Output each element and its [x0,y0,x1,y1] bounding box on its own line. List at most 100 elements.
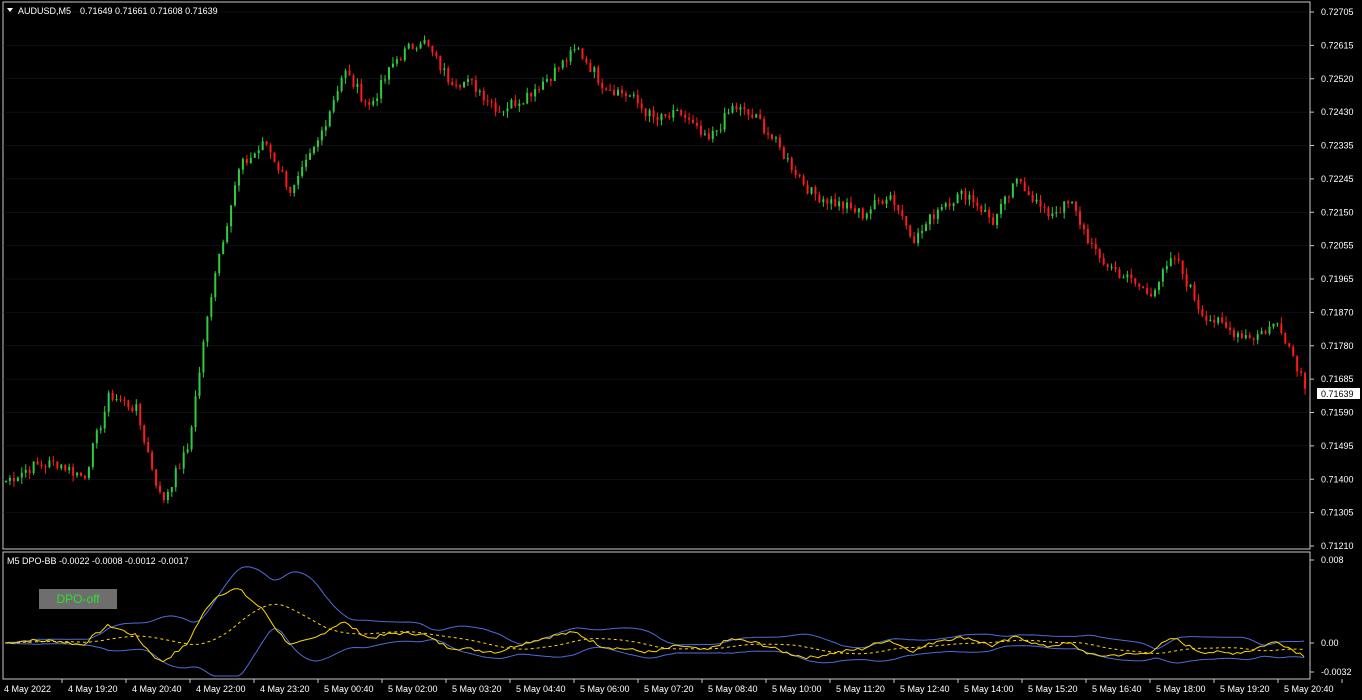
candle-body[interactable] [569,50,572,62]
candle-body[interactable] [936,209,939,219]
candle-body[interactable] [103,411,106,429]
chart-menu-triangle-icon[interactable] [7,8,13,12]
candle-body[interactable] [1071,201,1074,204]
candle-body[interactable] [640,103,643,109]
candle-body[interactable] [545,79,548,82]
candle-body[interactable] [36,461,39,465]
dpo-off-button[interactable]: DPO-off [39,589,117,609]
candle-body[interactable] [822,199,825,203]
candle-body[interactable] [435,52,438,56]
candle-body[interactable] [893,195,896,206]
candle-body[interactable] [759,114,762,120]
candle-body[interactable] [1248,335,1251,339]
candle-body[interactable] [1280,323,1283,333]
candle-body[interactable] [1023,181,1026,192]
candle-body[interactable] [1051,213,1054,217]
candle-body[interactable] [849,202,852,209]
candle-body[interactable] [660,114,663,121]
candle-body[interactable] [182,452,185,469]
candle-body[interactable] [1189,284,1192,287]
candle-body[interactable] [1102,258,1105,265]
candle-body[interactable] [1264,331,1267,334]
candle-body[interactable] [873,200,876,210]
candle-body[interactable] [403,48,406,61]
candle-body[interactable] [723,112,726,130]
candle-body[interactable] [388,67,391,80]
candle-body[interactable] [869,209,872,214]
candle-body[interactable] [443,68,446,70]
candle-body[interactable] [423,39,426,44]
candle-body[interactable] [1110,266,1113,268]
candle-body[interactable] [52,460,55,462]
candle-body[interactable] [174,468,177,488]
candle-body[interactable] [1039,199,1042,207]
candle-body[interactable] [32,461,35,474]
candle-body[interactable] [1146,288,1149,294]
candle-body[interactable] [1225,322,1228,328]
candle-body[interactable] [932,214,935,219]
candle-body[interactable] [605,88,608,91]
candle-body[interactable] [336,91,339,101]
candle-body[interactable] [1304,372,1307,389]
candle-body[interactable] [293,184,296,193]
candle-body[interactable] [1284,332,1287,344]
candle-body[interactable] [928,214,931,225]
candle-body[interactable] [814,187,817,195]
candle-body[interactable] [830,199,833,204]
candle-body[interactable] [391,63,394,68]
candle-body[interactable] [731,105,734,113]
candle-body[interactable] [87,467,90,479]
candle-body[interactable] [526,92,529,104]
candle-body[interactable] [727,112,730,114]
candle-body[interactable] [826,199,829,204]
candle-body[interactable] [470,79,473,81]
candle-body[interactable] [514,99,517,107]
candle-body[interactable] [190,427,193,450]
candle-body[interactable] [344,70,347,78]
candle-body[interactable] [924,224,927,231]
candle-body[interactable] [743,107,746,110]
candle-body[interactable] [818,194,821,203]
candle-body[interactable] [672,110,675,118]
candle-body[interactable] [68,466,71,471]
candle-body[interactable] [905,216,908,226]
candle-body[interactable] [218,254,221,274]
candle-body[interactable] [842,201,845,209]
candle-body[interactable] [16,477,19,482]
candle-body[interactable] [1185,274,1188,287]
candle-body[interactable] [1276,323,1279,325]
candle-body[interactable] [530,92,533,97]
candle-body[interactable] [1236,333,1239,338]
candle-body[interactable] [692,119,695,123]
candle-body[interactable] [976,202,979,206]
candle-body[interactable] [881,200,884,204]
candle-body[interactable] [253,153,256,158]
candle-body[interactable] [60,464,63,469]
candle-body[interactable] [285,171,288,188]
candle-body[interactable] [234,185,237,206]
candle-body[interactable] [1067,201,1070,204]
candle-body[interactable] [1157,281,1160,291]
candle-body[interactable] [680,110,683,115]
candle-body[interactable] [1193,284,1196,300]
candle-body[interactable] [1126,274,1129,278]
candle-body[interactable] [64,464,67,471]
candle-body[interactable] [297,176,300,185]
candle-body[interactable] [1000,203,1003,214]
candle-body[interactable] [230,205,233,227]
candle-body[interactable] [553,67,556,81]
candle-body[interactable] [486,100,489,102]
candle-body[interactable] [1209,319,1212,321]
candle-body[interactable] [151,452,154,470]
candle-body[interactable] [861,208,864,219]
candle-body[interactable] [348,70,351,76]
candle-body[interactable] [210,297,213,317]
candle-body[interactable] [1213,319,1216,323]
candle-body[interactable] [1142,286,1145,289]
candle-body[interactable] [522,103,525,105]
candle-body[interactable] [838,201,841,207]
candle-body[interactable] [1154,290,1157,297]
candle-body[interactable] [257,150,260,154]
candle-body[interactable] [135,404,138,412]
candle-body[interactable] [857,208,860,213]
